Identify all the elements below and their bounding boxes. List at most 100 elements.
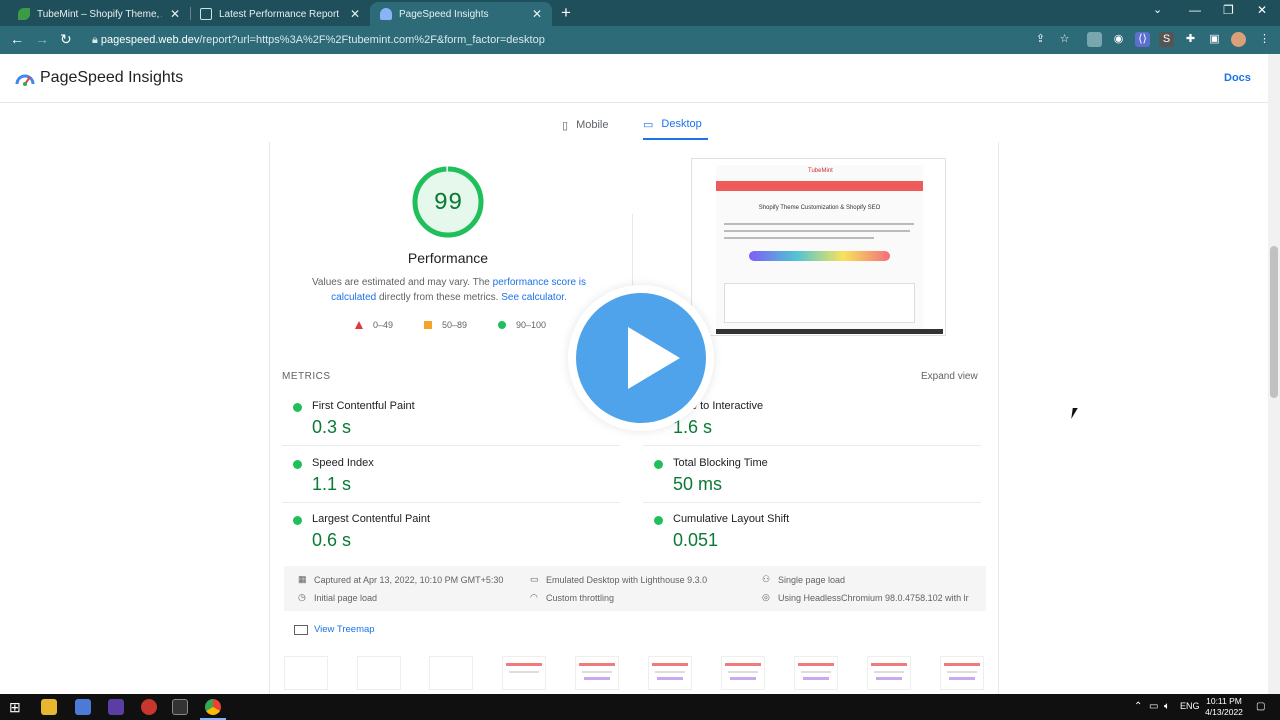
play-icon <box>628 327 680 389</box>
new-tab-plus-icon[interactable]: + <box>561 3 571 23</box>
desc-text: directly from these metrics. <box>376 292 502 303</box>
page-scrollbar[interactable] <box>1268 54 1280 694</box>
filmstrip-frame <box>575 656 619 690</box>
custom-throttling[interactable]: ◠ Custom throttling <box>530 592 614 603</box>
final-screenshot[interactable]: TubeMint Shopify Theme Customization & S… <box>691 158 946 336</box>
scrollbar-thumb[interactable] <box>1270 246 1278 398</box>
browser-info[interactable]: ◎ Using HeadlessChromium 98.0.4758.102 wi… <box>762 592 969 603</box>
metric-value: 1.1 s <box>312 474 352 494</box>
filmstrip-frame <box>940 656 984 690</box>
browser-toolbar: ← → ↻ 🔒︎ pagespeed.web.dev/report?url=ht… <box>0 26 1280 54</box>
browser-tab-strip: TubeMint – Shopify Theme, App Exp ✕ Late… <box>0 0 1280 26</box>
minimize-icon[interactable]: — <box>1189 3 1201 17</box>
calculator-icon[interactable] <box>75 699 91 715</box>
tab-search-chevron-icon[interactable]: ⌄ <box>1153 3 1162 16</box>
metrics-label: METRICS <box>282 371 331 382</box>
browser-tab-title: PageSpeed Insights <box>399 8 489 20</box>
forward-arrow-icon[interactable]: → <box>35 31 49 47</box>
address-bar[interactable]: 🔒︎ pagespeed.web.dev/report?url=https%3A… <box>84 29 1084 51</box>
metric-name: Cumulative Layout Shift <box>673 513 790 525</box>
performance-title: Performance <box>407 250 489 266</box>
filmstrip-frame <box>648 656 692 690</box>
browser-tab-tubemint[interactable]: TubeMint – Shopify Theme, App Exp ✕ <box>8 2 190 26</box>
code-extension-icon[interactable]: ⟨⟩ <box>1135 32 1150 47</box>
share-icon[interactable]: ⇪ <box>1033 32 1048 47</box>
performance-score: 99 <box>433 190 463 217</box>
screenshot-button <box>749 251 890 261</box>
emulated-device[interactable]: ▭ Emulated Desktop with Lighthouse 9.3.0 <box>530 574 707 585</box>
play-button-circle <box>576 293 706 423</box>
info-text: Captured at Apr 13, 2022, 10:10 PM GMT+5… <box>314 574 504 585</box>
close-window-icon[interactable]: ✕ <box>1257 3 1267 17</box>
video-play-button[interactable] <box>568 285 714 431</box>
view-treemap-button[interactable]: View Treemap <box>294 624 375 635</box>
side-panel-icon[interactable]: ▣ <box>1207 32 1222 47</box>
close-tab-icon[interactable]: ✕ <box>350 7 360 21</box>
browser-tab-report[interactable]: Latest Performance Report for: http ✕ <box>190 2 370 26</box>
globe-icon: ◎ <box>762 592 770 602</box>
notifications-icon[interactable]: ▢ <box>1256 701 1265 712</box>
laptop-icon: ▭ <box>643 118 654 131</box>
close-tab-icon[interactable]: ✕ <box>532 7 542 21</box>
treemap-label: View Treemap <box>314 624 375 635</box>
pagespeed-logo-icon <box>15 74 35 86</box>
screenshot-heading: Shopify Theme Customization & Shopify SE… <box>758 205 881 211</box>
tab-desktop[interactable]: ▭ Desktop <box>643 110 708 140</box>
bookmark-star-icon[interactable]: ☆ <box>1057 32 1072 47</box>
pass-circle-icon <box>654 460 663 469</box>
filmstrip-frame <box>794 656 838 690</box>
file-explorer-icon[interactable] <box>41 699 57 715</box>
metric-name: First Contentful Paint <box>312 400 415 412</box>
terminal-icon[interactable] <box>172 699 188 715</box>
tray-chevron-icon[interactable]: ⌃ <box>1134 701 1142 712</box>
single-page-load: ⚇ Single page load <box>762 574 845 585</box>
metric-value: 0.051 <box>673 530 719 550</box>
tab-mobile[interactable]: ▯ Mobile <box>562 110 608 140</box>
recorder-icon[interactable] <box>141 699 157 715</box>
back-arrow-icon[interactable]: ← <box>10 31 24 47</box>
browser-tab-pagespeed[interactable]: PageSpeed Insights ✕ <box>370 2 552 26</box>
captured-at: ▦ Captured at Apr 13, 2022, 10:10 PM GMT+… <box>298 574 503 585</box>
metric-speed-index: Speed Index 1.1 s <box>282 451 620 503</box>
url-host: pagespeed.web.dev <box>100 34 200 46</box>
info-text: Emulated Desktop with Lighthouse 9.3.0 <box>546 574 708 585</box>
report-page-icon <box>200 8 212 20</box>
metric-name: Speed Index <box>312 457 374 469</box>
legend-pass: 90–100 <box>498 320 546 330</box>
profile-avatar[interactable] <box>1231 32 1246 47</box>
volume-icon[interactable]: 🔈︎ <box>1164 701 1170 712</box>
reload-icon[interactable]: ↻ <box>60 31 72 48</box>
extension-icon[interactable] <box>1087 32 1102 47</box>
network-icon[interactable]: ▭ <box>1149 701 1158 712</box>
maximize-icon[interactable]: ❐ <box>1223 3 1234 17</box>
camera-extension-icon[interactable]: ◉ <box>1111 32 1126 47</box>
puzzle-extensions-icon[interactable]: ✚ <box>1183 32 1198 47</box>
square-icon <box>424 321 432 329</box>
pass-circle-icon <box>293 403 302 412</box>
docs-link[interactable]: Docs <box>1224 72 1251 84</box>
windows-start-icon[interactable]: ⊞ <box>9 699 25 715</box>
chrome-icon[interactable] <box>205 699 221 715</box>
legend-average: 50–89 <box>424 320 467 330</box>
screenshot-logo: TubeMint <box>808 168 833 174</box>
psi-header: PageSpeed Insights Docs <box>0 54 1268 103</box>
filmstrip-frame <box>429 656 473 690</box>
wifi-icon: ◠ <box>530 592 538 602</box>
pass-circle-icon <box>293 460 302 469</box>
pass-circle-icon <box>654 516 663 525</box>
info-text: Single page load <box>778 574 846 585</box>
legend-range: 90–100 <box>516 320 547 330</box>
pagespeed-icon <box>380 8 392 20</box>
circle-icon <box>498 321 506 329</box>
expand-view-toggle[interactable]: Expand view <box>921 371 978 382</box>
screenshot-text-line <box>724 230 910 232</box>
taskbar-clock[interactable]: 10:11 PM 4/13/2022 <box>1196 696 1252 718</box>
editor-app-icon[interactable] <box>108 699 124 715</box>
kebab-menu-icon[interactable]: ⋮ <box>1257 32 1272 47</box>
screenshot-text-line <box>724 223 914 225</box>
phone-icon: ▯ <box>562 119 569 132</box>
browser-tab-title: Latest Performance Report for: http <box>219 8 342 20</box>
s-extension-icon[interactable]: S <box>1159 32 1174 47</box>
close-tab-icon[interactable]: ✕ <box>170 7 180 21</box>
see-calculator-link[interactable]: See calculator <box>501 292 564 303</box>
